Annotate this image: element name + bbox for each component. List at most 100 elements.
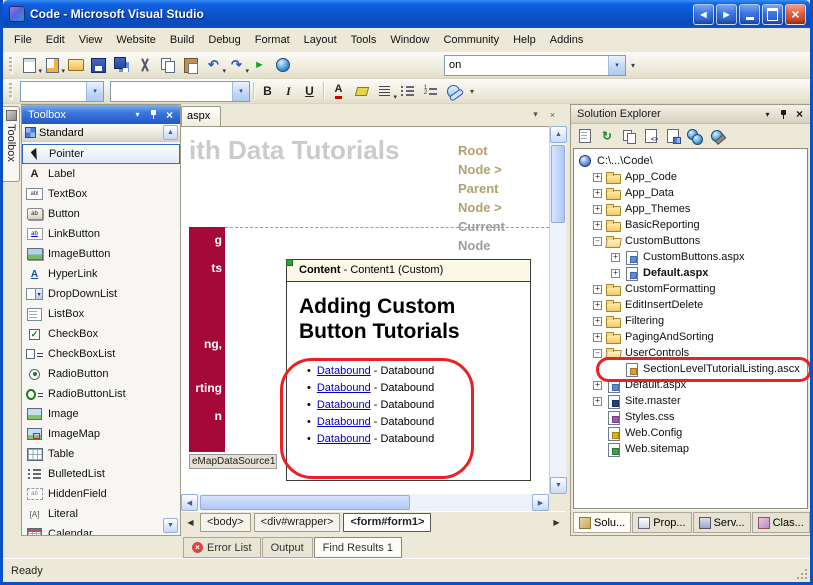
sitemap-node[interactable]: Root bbox=[458, 141, 505, 160]
expand-collapse-glyph[interactable] bbox=[593, 173, 602, 182]
menu-item[interactable]: Layout bbox=[297, 30, 344, 50]
scroll-down-icon[interactable] bbox=[550, 477, 567, 494]
undo-icon[interactable] bbox=[202, 54, 225, 76]
tree-item[interactable]: Styles.css bbox=[574, 409, 807, 425]
bullet-list-icon[interactable] bbox=[396, 80, 419, 102]
redo-icon[interactable] bbox=[225, 54, 248, 76]
expand-collapse-glyph[interactable] bbox=[593, 301, 602, 310]
save-all-icon[interactable] bbox=[110, 54, 133, 76]
add-item-icon[interactable] bbox=[41, 54, 64, 76]
pin-icon[interactable] bbox=[146, 108, 161, 122]
expand-collapse-glyph[interactable] bbox=[611, 269, 620, 278]
menu-item[interactable]: Format bbox=[248, 30, 297, 50]
vertical-scrollbar[interactable] bbox=[549, 126, 566, 494]
tree-item[interactable]: Web.Config bbox=[574, 425, 807, 441]
resize-grip[interactable] bbox=[795, 567, 809, 581]
toolbox-item[interactable]: ImageButton bbox=[22, 244, 180, 264]
content-placeholder[interactable]: Content - Content1 (Custom) Adding Custo… bbox=[286, 259, 531, 481]
view-designer-icon[interactable] bbox=[663, 126, 683, 146]
tab-list-icon[interactable]: ▾ bbox=[528, 107, 543, 122]
scroll-up-icon[interactable] bbox=[550, 126, 567, 143]
font-combobox[interactable]: ▾ bbox=[110, 81, 250, 102]
panel-tab[interactable]: Output bbox=[262, 537, 313, 558]
toolbox-item[interactable]: Button bbox=[22, 204, 180, 224]
expand-collapse-glyph[interactable] bbox=[593, 221, 602, 230]
expand-collapse-glyph[interactable] bbox=[593, 205, 602, 214]
close-icon[interactable] bbox=[785, 4, 806, 25]
close-icon[interactable] bbox=[792, 107, 807, 121]
properties-icon[interactable] bbox=[575, 126, 595, 146]
toolbox-item[interactable]: BulletedList bbox=[22, 464, 180, 484]
expand-collapse-glyph[interactable] bbox=[593, 381, 602, 390]
toolbox-item[interactable]: Calendar bbox=[22, 524, 180, 535]
toolbox-item[interactable]: ImageMap bbox=[22, 424, 180, 444]
expand-collapse-glyph[interactable] bbox=[593, 333, 602, 342]
expand-collapse-glyph[interactable] bbox=[611, 253, 620, 262]
toolbox-item[interactable]: DropDownList bbox=[22, 284, 180, 304]
toolbox-item[interactable]: CheckBoxList bbox=[22, 344, 180, 364]
italic-button[interactable]: I bbox=[278, 81, 299, 101]
bold-button[interactable]: B bbox=[257, 81, 278, 101]
tree-item[interactable]: App_Data bbox=[574, 185, 807, 201]
tree-item[interactable]: App_Code bbox=[574, 169, 807, 185]
underline-button[interactable]: U bbox=[299, 81, 320, 101]
tree-item[interactable]: Site.master bbox=[574, 393, 807, 409]
align-left-icon[interactable] bbox=[373, 80, 396, 102]
databound-link[interactable]: Databound bbox=[317, 399, 371, 411]
tree-item[interactable]: UserControls bbox=[574, 345, 807, 361]
tree-item[interactable]: BasicReporting bbox=[574, 217, 807, 233]
panel-tab[interactable]: Error List bbox=[183, 537, 261, 558]
tree-item[interactable]: CustomFormatting bbox=[574, 281, 807, 297]
forward-icon[interactable] bbox=[716, 4, 737, 25]
menu-item[interactable]: Community bbox=[436, 30, 506, 50]
tree-item[interactable]: SectionLevelTutorialListing.ascx bbox=[574, 361, 807, 377]
toolbox-header[interactable]: Toolbox bbox=[22, 105, 180, 124]
panel-tab[interactable]: Clas... bbox=[752, 512, 810, 533]
tag-scroll-left-icon[interactable]: ◀ bbox=[184, 515, 197, 531]
window-menu-icon[interactable] bbox=[760, 107, 775, 121]
tree-item[interactable]: C:\...\Code\ bbox=[574, 153, 807, 169]
scroll-up-icon[interactable]: ▲ bbox=[163, 125, 178, 140]
toolbox-item[interactable]: ListBox bbox=[22, 304, 180, 324]
scroll-right-icon[interactable] bbox=[532, 494, 549, 511]
pin-icon[interactable] bbox=[776, 107, 791, 121]
hyperlink-icon[interactable] bbox=[442, 80, 465, 102]
sitemap-node[interactable]: Node > bbox=[458, 160, 505, 179]
highlight-icon[interactable] bbox=[350, 80, 373, 102]
toolbar-options-icon[interactable] bbox=[626, 54, 640, 76]
panel-tab[interactable]: Prop... bbox=[632, 512, 691, 533]
toolbar-grip[interactable] bbox=[9, 83, 12, 99]
cut-icon[interactable] bbox=[133, 54, 156, 76]
tree-item[interactable]: CustomButtons bbox=[574, 233, 807, 249]
menu-item[interactable]: Debug bbox=[201, 30, 247, 50]
tag-navigator-item[interactable]: <div#wrapper> bbox=[254, 513, 341, 532]
nest-related-files-icon[interactable] bbox=[619, 126, 639, 146]
nav-link-fragment[interactable]: ng, bbox=[204, 337, 222, 351]
solution-explorer-header[interactable]: Solution Explorer bbox=[571, 105, 810, 124]
document-tab[interactable]: aspx bbox=[181, 106, 221, 126]
toolbox-item[interactable]: Image bbox=[22, 404, 180, 424]
paste-icon[interactable] bbox=[179, 54, 202, 76]
nav-link-fragment[interactable]: g bbox=[215, 233, 222, 247]
web-browser-icon[interactable] bbox=[271, 54, 294, 76]
nav-link-fragment[interactable]: n bbox=[215, 409, 222, 423]
databound-link[interactable]: Databound bbox=[317, 382, 371, 394]
toolbox-item[interactable]: CheckBox bbox=[22, 324, 180, 344]
horizontal-scrollbar[interactable] bbox=[181, 494, 549, 511]
toolbar-combobox[interactable]: on ▾ bbox=[444, 55, 626, 76]
scrollbar-thumb[interactable] bbox=[200, 495, 410, 510]
toolbox-section-standard[interactable]: Standard ▲ bbox=[22, 124, 180, 142]
toolbox-item[interactable]: Label bbox=[22, 164, 180, 184]
panel-tab[interactable]: Find Results 1 bbox=[314, 537, 402, 558]
close-icon[interactable]: × bbox=[545, 107, 560, 122]
databound-link[interactable]: Databound bbox=[317, 416, 371, 428]
expand-collapse-glyph[interactable] bbox=[593, 237, 602, 246]
expand-collapse-glyph[interactable] bbox=[593, 189, 602, 198]
scroll-left-icon[interactable] bbox=[181, 494, 198, 511]
copy-web-site-icon[interactable] bbox=[685, 126, 705, 146]
minimize-icon[interactable] bbox=[739, 4, 760, 25]
panel-tab[interactable]: Serv... bbox=[693, 512, 751, 533]
menu-item[interactable]: Window bbox=[383, 30, 436, 50]
tag-navigator-item[interactable]: <form#form1> bbox=[343, 513, 431, 532]
sitemap-node[interactable]: Node bbox=[458, 236, 505, 255]
